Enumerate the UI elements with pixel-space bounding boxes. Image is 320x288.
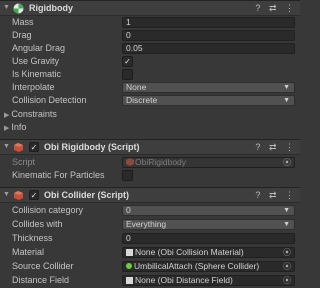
source-collider-field[interactable]: UmbilicalAttach (Sphere Collider) ⦿ [122, 261, 295, 272]
dropdown-caret-icon: ▼ [283, 207, 290, 214]
script-label: Script [12, 157, 36, 167]
collision-category-value: 0 [126, 205, 131, 215]
material-label: Material [12, 247, 45, 257]
interpolate-dropdown[interactable]: None ▼ [122, 82, 295, 93]
use-gravity-row: Use Gravity ✓ [0, 55, 300, 68]
context-menu-icon[interactable]: ⋮ [285, 142, 294, 152]
drag-row: Drag 0 [0, 29, 300, 42]
collides-with-value: Everything [126, 219, 167, 229]
angular-drag-field[interactable]: 0.05 [122, 43, 295, 54]
foldout-closed-icon: ▶ [4, 112, 10, 119]
obi-collider-header[interactable]: ▼ ✓ Obi Collider (Script) ? ⇄ ⋮ [0, 187, 300, 203]
presets-icon[interactable]: ⇄ [269, 142, 277, 152]
info-row[interactable]: ▶ Info [0, 121, 300, 134]
source-collider-label: Source Collider [12, 261, 74, 271]
constraints-label: Constraints [11, 109, 57, 119]
script-field: ObiRigidbody ⦿ [122, 157, 295, 168]
foldout-closed-icon: ▶ [4, 125, 10, 132]
object-picker-icon[interactable]: ⦿ [283, 276, 292, 285]
angular-drag-label: Angular Drag [12, 43, 66, 53]
obi-rigidbody-title: Obi Rigidbody (Script) [44, 142, 140, 152]
script-icon [13, 190, 24, 201]
distance-field-value: None (Obi Distance Field) [135, 275, 233, 285]
distance-field-field[interactable]: None (Obi Distance Field) ⦿ [122, 275, 295, 286]
rigidbody-header[interactable]: ▼ Rigidbody ? ⇄ ⋮ [0, 0, 300, 16]
obi-collider-title: Obi Collider (Script) [44, 190, 130, 200]
thickness-row: Thickness 0 [0, 232, 300, 245]
drag-field[interactable]: 0 [122, 30, 295, 41]
info-label: Info [11, 122, 27, 132]
use-gravity-checkbox[interactable]: ✓ [122, 56, 133, 67]
collision-category-dropdown[interactable]: 0 ▼ [122, 205, 295, 216]
mass-row: Mass 1 [0, 16, 300, 29]
info-foldout[interactable]: ▶ Info [4, 122, 26, 132]
material-field[interactable]: None (Obi Collision Material) ⦿ [122, 247, 295, 258]
object-picker-icon[interactable]: ⦿ [283, 262, 292, 271]
angular-drag-row: Angular Drag 0.05 [0, 42, 300, 55]
constraints-foldout[interactable]: ▶ Constraints [4, 109, 57, 119]
presets-icon[interactable]: ⇄ [269, 3, 277, 13]
collides-with-label: Collides with [12, 219, 63, 229]
obi-rigidbody-enabled-checkbox[interactable]: ✓ [29, 142, 39, 152]
object-picker-icon[interactable]: ⦿ [283, 248, 292, 257]
material-value: None (Obi Collision Material) [135, 247, 244, 257]
thickness-label: Thickness [12, 233, 53, 243]
dropdown-caret-icon: ▼ [283, 221, 290, 228]
context-menu-icon[interactable]: ⋮ [285, 3, 294, 13]
collision-detection-dropdown[interactable]: Discrete ▼ [122, 95, 295, 106]
presets-icon[interactable]: ⇄ [269, 190, 277, 200]
dropdown-caret-icon: ▼ [283, 97, 290, 104]
drag-label: Drag [12, 30, 32, 40]
mass-label: Mass [12, 17, 34, 27]
collision-detection-label: Collision Detection [12, 95, 87, 105]
help-icon[interactable]: ? [255, 142, 260, 152]
script-value: ObiRigidbody [135, 157, 187, 167]
interpolate-label: Interpolate [12, 82, 55, 92]
obi-rigidbody-header[interactable]: ▼ ✓ Obi Rigidbody (Script) ? ⇄ ⋮ [0, 139, 300, 155]
use-gravity-label: Use Gravity [12, 56, 60, 66]
collision-detection-row: Collision Detection Discrete ▼ [0, 94, 300, 107]
is-kinematic-label: Is Kinematic [12, 69, 62, 79]
obi-collider-enabled-checkbox[interactable]: ✓ [29, 190, 39, 200]
help-icon[interactable]: ? [255, 3, 260, 13]
is-kinematic-row: Is Kinematic [0, 68, 300, 81]
mass-field[interactable]: 1 [122, 17, 295, 28]
script-icon [13, 142, 24, 153]
foldout-open-icon[interactable]: ▼ [3, 4, 10, 11]
obi-rigidbody-toolbar: ? ⇄ ⋮ [249, 142, 294, 153]
kinematic-particles-label: Kinematic For Particles [12, 170, 105, 180]
object-picker-icon: ⦿ [283, 158, 291, 167]
rigidbody-toolbar: ? ⇄ ⋮ [249, 3, 294, 14]
collision-detection-value: Discrete [126, 95, 158, 105]
dropdown-caret-icon: ▼ [283, 84, 290, 91]
rigidbody-title: Rigidbody [29, 3, 73, 13]
distance-field-row: Distance Field None (Obi Distance Field)… [0, 274, 300, 287]
material-row: Material None (Obi Collision Material) ⦿ [0, 246, 300, 259]
kinematic-particles-checkbox[interactable] [122, 170, 133, 181]
source-collider-value: UmbilicalAttach (Sphere Collider) [134, 261, 260, 271]
script-row: Script ObiRigidbody ⦿ [0, 156, 300, 169]
context-menu-icon[interactable]: ⋮ [285, 190, 294, 200]
source-collider-row: Source Collider UmbilicalAttach (Sphere … [0, 260, 300, 273]
rigidbody-icon [13, 3, 24, 14]
collides-with-dropdown[interactable]: Everything ▼ [122, 219, 295, 230]
thickness-field[interactable]: 0 [122, 233, 295, 244]
constraints-row[interactable]: ▶ Constraints [0, 108, 300, 121]
material-asset-icon [126, 249, 133, 256]
foldout-open-icon[interactable]: ▼ [3, 191, 10, 198]
kinematic-particles-row: Kinematic For Particles [0, 169, 300, 182]
script-file-icon [126, 158, 134, 166]
collision-category-label: Collision category [12, 205, 84, 215]
obi-collider-toolbar: ? ⇄ ⋮ [249, 190, 294, 201]
distance-field-label: Distance Field [12, 275, 70, 285]
collides-with-row: Collides with Everything ▼ [0, 218, 300, 231]
collision-category-row: Collision category 0 ▼ [0, 204, 300, 217]
sphere-collider-icon [126, 263, 132, 269]
interpolate-value: None [126, 82, 147, 92]
is-kinematic-checkbox[interactable] [122, 69, 133, 80]
help-icon[interactable]: ? [255, 190, 260, 200]
distance-field-asset-icon [126, 277, 133, 284]
interpolate-row: Interpolate None ▼ [0, 81, 300, 94]
foldout-open-icon[interactable]: ▼ [3, 143, 10, 150]
